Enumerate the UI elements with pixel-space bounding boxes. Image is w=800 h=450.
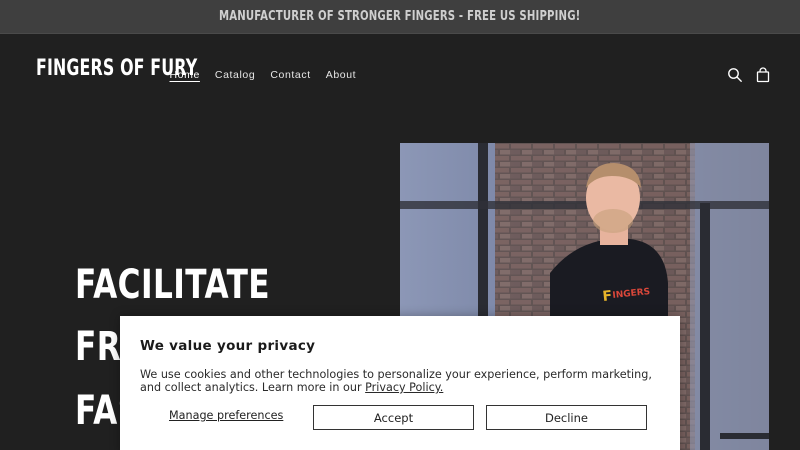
cookie-title: We value your privacy	[140, 338, 316, 354]
announcement-bar: MANUFACTURER OF STRONGER FINGERS - FREE …	[0, 0, 800, 34]
search-icon[interactable]	[727, 67, 743, 83]
nav-contact[interactable]: Contact	[263, 67, 318, 83]
accept-button[interactable]: Accept	[313, 405, 474, 430]
privacy-policy-link[interactable]: Privacy Policy.	[365, 381, 443, 394]
nav-catalog[interactable]: Catalog	[207, 67, 262, 83]
site-header: FINGERS OF FURY Home Catalog Contact Abo…	[0, 34, 800, 118]
decline-button[interactable]: Decline	[486, 405, 647, 430]
hero-title-line-1: FACILITATE	[75, 262, 270, 308]
announcement-text: MANUFACTURER OF STRONGER FINGERS - FREE …	[219, 9, 581, 24]
manage-preferences-link[interactable]: Manage preferences	[169, 409, 283, 422]
cart-icon[interactable]	[755, 67, 771, 83]
nav-home[interactable]: Home	[162, 67, 207, 83]
cookie-banner: We value your privacy We use cookies and…	[120, 316, 680, 450]
main-nav: Home Catalog Contact About	[162, 67, 364, 83]
cookie-text: We use cookies and other technologies to…	[140, 368, 660, 394]
nav-about[interactable]: About	[318, 67, 363, 83]
